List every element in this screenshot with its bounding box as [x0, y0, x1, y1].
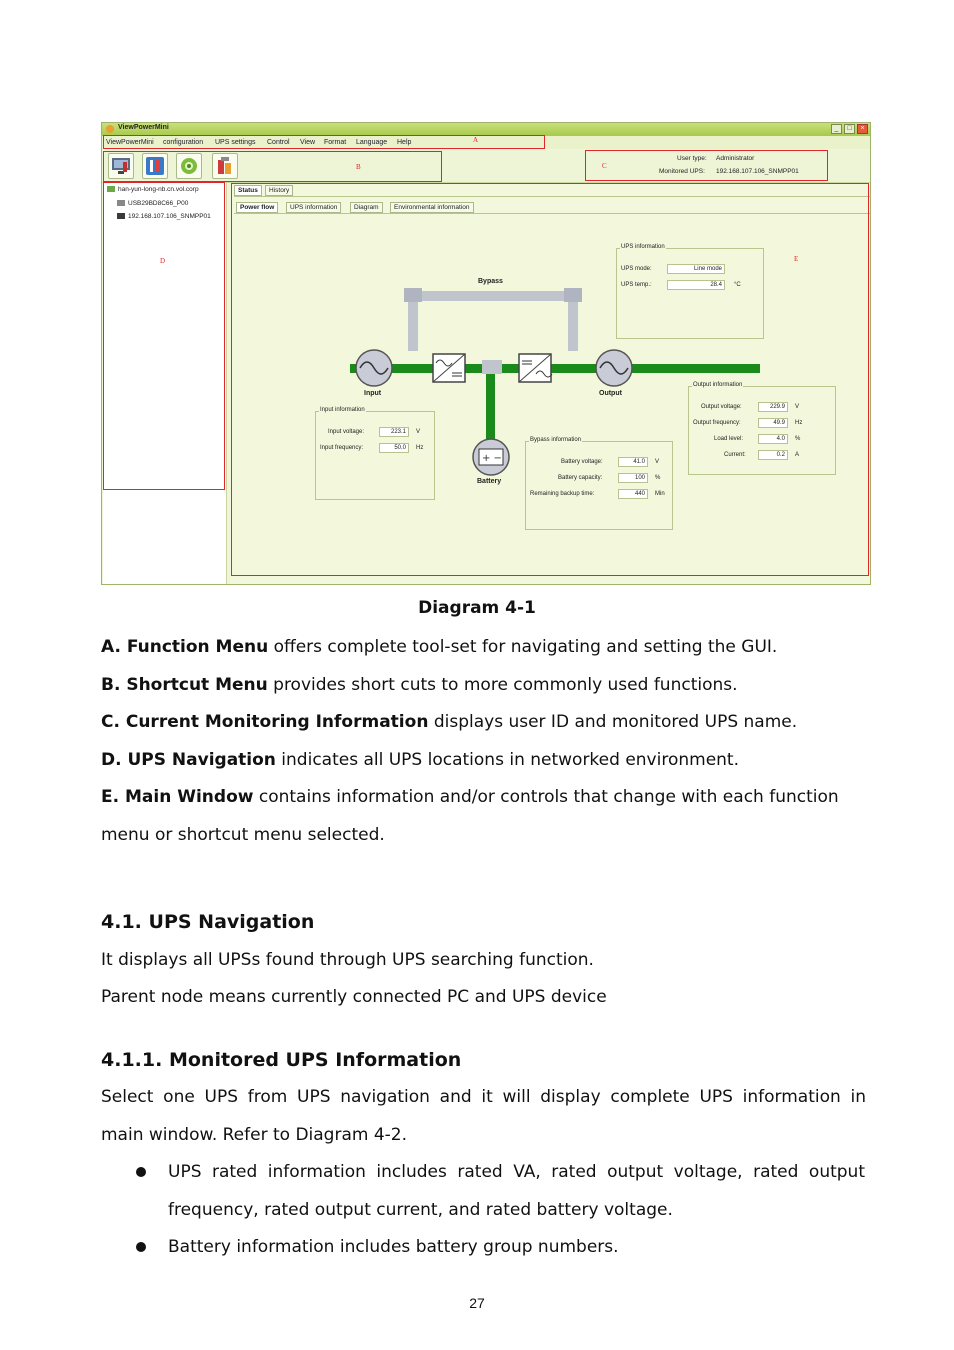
app-icon [106, 125, 114, 133]
screenshot-figure: ViewPowerMini _ □ × ViewPowerMini config… [101, 122, 871, 585]
marker-label-b: B [356, 163, 361, 171]
section-title: Monitored UPS Information [168, 1049, 462, 1071]
section-4-1-line-1: It displays all UPSs found through UPS s… [101, 950, 594, 970]
section-4-1-line-2: Parent node means currently connected PC… [101, 987, 607, 1007]
definition-term: A. Function Menu [101, 637, 269, 657]
definition-text: provides short cuts to more commonly use… [267, 675, 738, 695]
definition-text: indicates all UPS locations in networked… [275, 750, 739, 770]
marker-box-a [103, 135, 545, 149]
section-number: 4.1.1. [101, 1049, 163, 1071]
definition-e: E. Main Window contains information and/… [101, 787, 866, 807]
bullet-icon [136, 1167, 146, 1177]
marker-box-c [585, 150, 828, 181]
definition-a: A. Function Menu offers complete tool-se… [101, 637, 866, 657]
bullet-1-line-1: UPS rated information includes rated VA,… [168, 1162, 865, 1182]
section-4-1-1-line-1: Select one UPS from UPS navigation and i… [101, 1087, 866, 1107]
marker-box-e [231, 183, 869, 576]
definition-c: C. Current Monitoring Information displa… [101, 712, 866, 732]
maximize-icon[interactable]: □ [844, 124, 855, 134]
definition-term: D. UPS Navigation [101, 750, 276, 770]
bullet-2-line-1: Battery information includes battery gro… [168, 1237, 619, 1257]
section-4-1-1-line-2: main window. Refer to Diagram 4-2. [101, 1125, 407, 1145]
definition-text: displays user ID and monitored UPS name. [428, 712, 798, 732]
definition-d: D. UPS Navigation indicates all UPS loca… [101, 750, 866, 770]
bullet-1-line-2: frequency, rated output current, and rat… [168, 1200, 673, 1220]
section-number: 4.1. [101, 911, 142, 933]
definition-term: C. Current Monitoring Information [101, 712, 429, 732]
definition-text: offers complete tool-set for navigating … [268, 637, 778, 657]
marker-box-b [103, 151, 442, 182]
minimize-icon[interactable]: _ [831, 124, 842, 134]
definition-b: B. Shortcut Menu provides short cuts to … [101, 675, 866, 695]
close-icon[interactable]: × [857, 124, 868, 134]
marker-label-e: E [794, 255, 799, 263]
definition-text: contains information and/or controls tha… [253, 787, 839, 807]
marker-label-a: A [473, 136, 479, 144]
marker-label-d: D [160, 257, 166, 265]
definition-e-continued: menu or shortcut menu selected. [101, 825, 385, 845]
window-title: ViewPowerMini [118, 124, 169, 131]
page-number: 27 [469, 1295, 485, 1311]
figure-caption: Diagram 4-1 [418, 598, 536, 618]
section-heading-4-1-1: 4.1.1. Monitored UPS Information [101, 1049, 461, 1071]
bullet-icon [136, 1242, 146, 1252]
section-title: UPS Navigation [148, 911, 315, 933]
definition-term: B. Shortcut Menu [101, 675, 268, 695]
marker-box-d [103, 182, 225, 490]
section-heading-4-1: 4.1. UPS Navigation [101, 911, 314, 933]
definition-term: E. Main Window [101, 787, 254, 807]
marker-label-c: C [602, 162, 607, 170]
